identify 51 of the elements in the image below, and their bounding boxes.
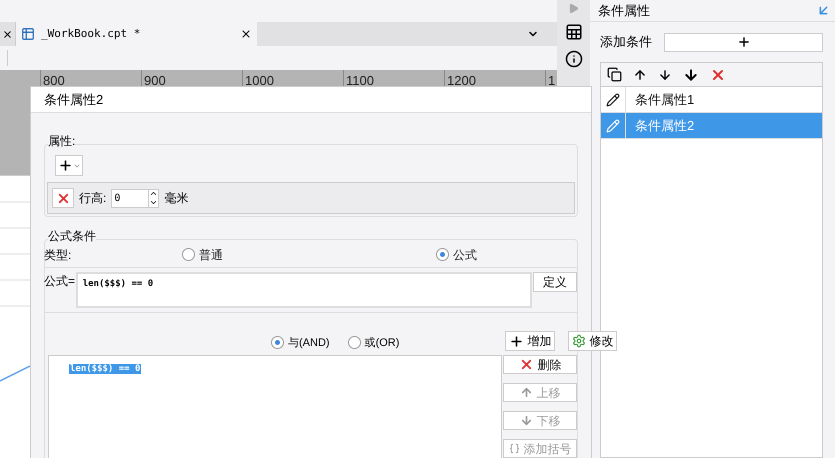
close-icon[interactable]	[240, 28, 252, 40]
ruler-label: 800	[43, 73, 65, 88]
radio-button[interactable]	[436, 248, 449, 261]
ruler-label: 1200	[447, 73, 476, 88]
section-legend: 属性:	[48, 132, 76, 150]
radio-button[interactable]	[182, 248, 195, 261]
plus-icon	[58, 158, 72, 173]
action-button[interactable]: 增加	[505, 331, 556, 351]
ruler-label: 1000	[245, 73, 274, 88]
spin-down-icon[interactable]	[149, 198, 158, 207]
spin-up-icon[interactable]	[149, 189, 158, 198]
close-icon[interactable]	[2, 28, 13, 40]
unit-label: 毫米	[164, 190, 188, 207]
table-icon[interactable]	[564, 23, 582, 41]
sheet-icon	[21, 27, 35, 41]
side-button[interactable]: 删除	[503, 355, 577, 374]
gear-icon	[572, 334, 586, 348]
pencil-icon	[606, 118, 620, 132]
copy-icon[interactable]	[607, 67, 622, 82]
radio-button[interactable]	[271, 336, 284, 350]
radio-label: 公式	[453, 246, 477, 264]
formula-field[interactable]: len($$$) == 0	[76, 272, 532, 308]
radio-label: 普通	[199, 246, 223, 264]
radio-label: 或(OR)	[364, 336, 400, 350]
section-legend: 公式条件	[48, 227, 96, 245]
info-icon[interactable]	[564, 50, 582, 68]
radio-label: 与(AND)	[288, 336, 330, 350]
ruler-label: 1	[548, 73, 556, 88]
row-height-label: 行高:	[79, 190, 106, 207]
plus-icon	[736, 35, 750, 49]
editor-tab[interactable]: _WorkBook.cpt *	[16, 22, 257, 46]
condition-item[interactable]: 条件属性1	[601, 87, 822, 113]
arrow-up-icon	[520, 386, 532, 399]
action-button[interactable]: 修改	[568, 331, 618, 351]
define-button[interactable]: 定义	[533, 272, 577, 292]
radio-button[interactable]	[348, 336, 361, 350]
plus-icon	[509, 334, 524, 348]
panel-title: 条件属性	[598, 2, 650, 20]
remove-button[interactable]	[52, 188, 74, 208]
type-label: 类型:	[44, 246, 72, 264]
arrow-down-icon	[520, 414, 532, 427]
ruler-label: 900	[144, 73, 166, 88]
move-bottom-icon[interactable]	[683, 66, 699, 82]
pencil-icon	[606, 92, 620, 106]
add-dropdown-button[interactable]	[55, 155, 83, 176]
spinner-field[interactable]: 0	[111, 188, 160, 208]
dialog-title: 条件属性2	[44, 90, 104, 109]
ruler-label: 1100	[346, 73, 374, 88]
add-condition-label: 添加条件	[600, 33, 652, 52]
formula-label: 公式=	[44, 273, 76, 290]
braces-icon	[508, 443, 520, 454]
